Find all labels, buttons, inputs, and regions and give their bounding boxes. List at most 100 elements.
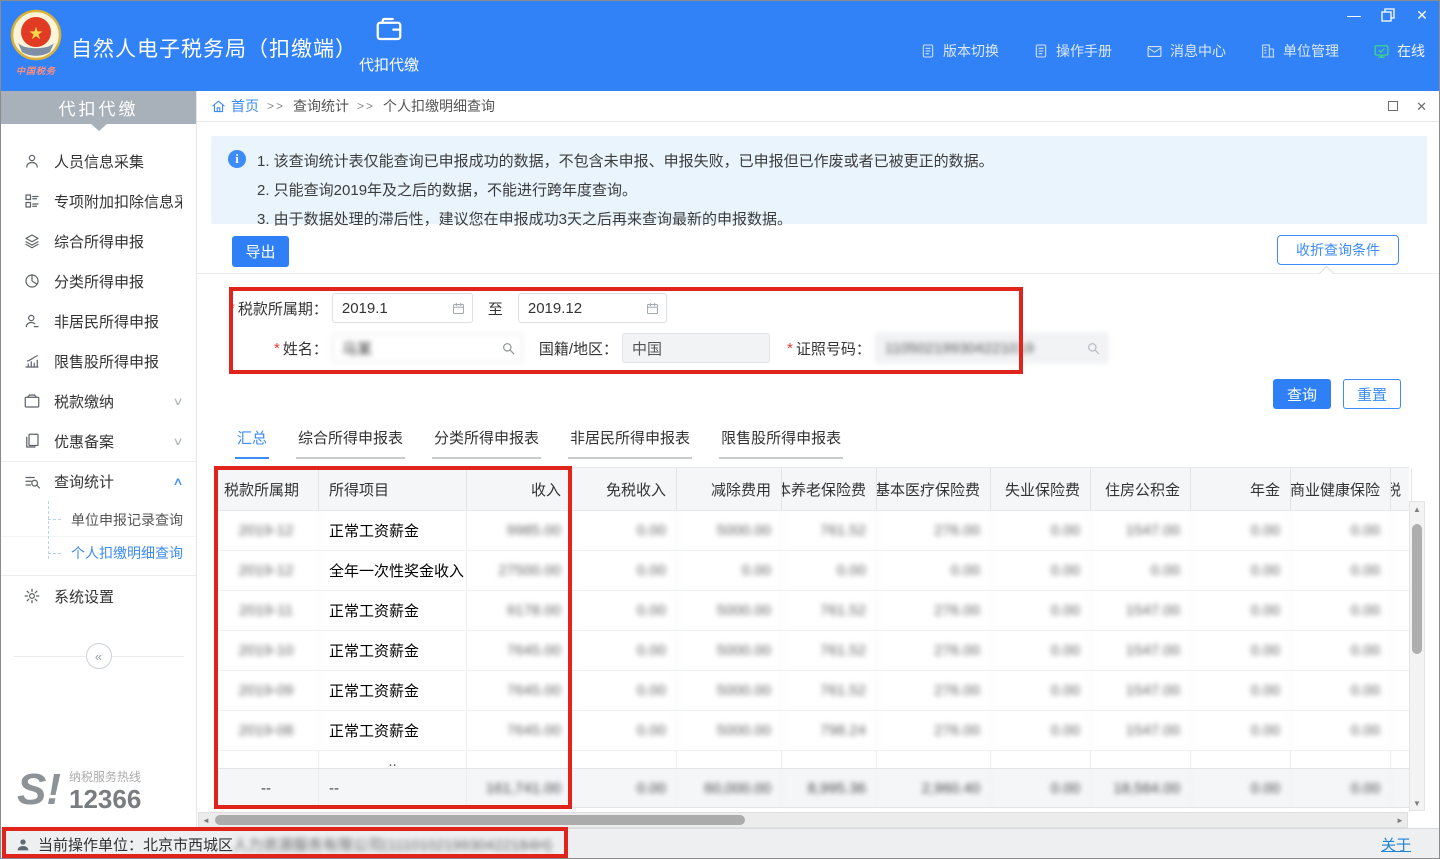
window-minimize-button[interactable]: — [1345, 6, 1363, 24]
window-close-button[interactable]: ✕ [1413, 6, 1431, 24]
current-unit-prefix: 当前操作单位：北京市西城区 [38, 834, 233, 855]
column-header: 基本养老保险费 [782, 468, 877, 510]
app-header: — ✕ ★ 中国税务 自然人电子税务局（扣缴端） 代扣代缴 版本切换 操作手册 消息… [1, 1, 1440, 91]
notice-panel: i 1. 该查询统计表仅能查询已申报成功的数据，不包含未申报、申报失败，已申报但… [211, 136, 1427, 224]
table-row[interactable]: 2019-12正常工资薪金9985.000.005000.00761.52276… [214, 511, 1409, 551]
gear-icon [23, 587, 41, 605]
sidebar-item-comprehensive-income[interactable]: 综合所得申报 [1, 221, 196, 261]
sidebar-item-nonresident-income[interactable]: 非居民所得申报 [1, 301, 196, 341]
tab-nonresident[interactable]: 非居民所得申报表 [568, 427, 692, 459]
sidebar-item-personnel-info[interactable]: 人员信息采集 [1, 141, 196, 181]
sidebar: 代扣代缴 人员信息采集专项附加扣除信息采集综合所得申报分类所得申报非居民所得申报… [1, 91, 197, 828]
header-menu-manual[interactable]: 操作手册 [1033, 41, 1112, 61]
tab-restricted[interactable]: 限售股所得申报表 [719, 427, 843, 459]
window-restore-button[interactable] [1379, 6, 1397, 24]
chevron-up-icon: ∧ [172, 475, 183, 488]
tab-summary[interactable]: 汇总 [235, 427, 269, 459]
calendar-icon[interactable] [451, 301, 466, 316]
sidebar-item-system-settings[interactable]: 系统设置 [1, 576, 196, 616]
reset-button[interactable]: 重置 [1343, 379, 1401, 409]
sidebar-item-classified-income[interactable]: 分类所得申报 [1, 261, 196, 301]
header-menu-version-switch[interactable]: 版本切换 [920, 41, 999, 61]
table-row[interactable]: 2019-12全年一次性奖金收入27500.000.000.000.000.00… [214, 551, 1409, 591]
page-tab-controls: ✕ [1388, 99, 1427, 115]
hotline-logo-icon: S! [17, 766, 61, 814]
header-menu-message-center[interactable]: 消息中心 [1146, 41, 1226, 61]
sidebar-menu: 人员信息采集专项附加扣除信息采集综合所得申报分类所得申报非居民所得申报限售股所得… [1, 141, 196, 616]
notice-line: 2. 只能查询2019年及之后的数据，不能进行跨年度查询。 [257, 176, 1417, 205]
chevron-down-icon: ∨ [172, 395, 183, 408]
wallet-icon [374, 14, 404, 44]
status-bar: 当前操作单位：北京市西城区 人力资源服务有限公司(111010219930422… [1, 828, 1440, 859]
sidebar-item-tax-payment[interactable]: 税款缴纳∨ [1, 381, 196, 421]
sidebar-header-arrow [91, 124, 107, 131]
tab-comprehensive[interactable]: 综合所得申报表 [296, 427, 405, 459]
search-icon[interactable] [500, 340, 516, 356]
sidebar-item-preferential-record[interactable]: 优惠备案∨ [1, 421, 196, 461]
filter-row-period: * 税款所属期： 至 [229, 293, 667, 323]
id-number-label: 证照号码： [796, 338, 871, 359]
table-summary-row: ----161,741.000.0060,000.008,995.362,960… [214, 768, 1409, 808]
search-icon[interactable] [1085, 340, 1101, 356]
column-header: 年金 [1191, 468, 1291, 510]
user-icon [15, 837, 31, 853]
breadcrumb-home[interactable]: 首页 [211, 96, 259, 116]
horizontal-scrollbar[interactable]: ◄ ► [198, 812, 1408, 828]
toolbar-divider [197, 273, 1440, 274]
about-link[interactable]: 关于 [1381, 834, 1411, 855]
sidebar-header: 代扣代缴 [1, 91, 196, 124]
sidebar-subitem-personal-detail-query[interactable]: 个人扣缴明细查询 [1, 536, 196, 569]
scroll-right-arrow[interactable]: ► [1393, 813, 1407, 827]
table-row[interactable]: 2019-08正常工资薪金7645.000.005000.00798.24276… [214, 711, 1409, 751]
filter-row-person: * 姓名： 国籍/地区： * 证照号码： [274, 333, 1108, 363]
scroll-down-arrow[interactable]: ▼ [1410, 796, 1424, 810]
table-row[interactable]: 2019-11正常工资薪金9178.000.005000.00761.52276… [214, 591, 1409, 631]
notice-lines: 1. 该查询统计表仅能查询已申报成功的数据，不包含未申报、申报失败，已申报但已作… [257, 147, 1417, 234]
header-menu-org-management[interactable]: 单位管理 [1260, 41, 1339, 61]
vertical-scrollbar[interactable]: ▲ ▼ [1409, 501, 1425, 811]
module-tab-withholding[interactable]: 代扣代缴 [353, 14, 425, 75]
query-button[interactable]: 查询 [1273, 379, 1331, 409]
breadcrumb-item-query-statistics[interactable]: 查询统计 [293, 96, 349, 116]
vertical-scroll-thumb[interactable] [1412, 524, 1422, 654]
layers-icon [23, 232, 41, 250]
sidebar-item-special-deduction[interactable]: 专项附加扣除信息采集 [1, 181, 196, 221]
app-title: 自然人电子税务局（扣缴端） [71, 33, 357, 63]
table-body: 2019-12正常工资薪金9985.000.005000.00761.52276… [214, 511, 1409, 768]
column-header: 所得项目 [319, 468, 467, 510]
copy-icon [23, 432, 41, 450]
name-label: 姓名： [283, 338, 328, 359]
pie-icon [23, 272, 41, 290]
name-input[interactable] [332, 333, 523, 363]
export-button[interactable]: 导出 [232, 236, 289, 267]
sidebar-collapse-button[interactable]: « [86, 643, 112, 669]
search-list-icon [23, 473, 41, 491]
table-row[interactable]: 2019-10正常工资薪金7645.000.005000.00761.52276… [214, 631, 1409, 671]
period-label: 税款所属期： [238, 298, 328, 319]
collapse-query-button[interactable]: 收折查询条件 [1277, 235, 1399, 265]
page-maximize-button[interactable] [1388, 101, 1398, 111]
building-icon [1260, 43, 1276, 59]
table-row-partial: .. [214, 751, 1409, 768]
header-menu-online-status[interactable]: 在线 [1373, 41, 1425, 61]
main-content: 首页 >> 查询统计 >> 个人扣缴明细查询 ✕ i 1. 该查询统计表仅能查询… [197, 91, 1440, 828]
sidebar-subitem-unit-declare-query[interactable]: 单位申报记录查询 [1, 503, 196, 536]
document-icon [1033, 43, 1049, 59]
sidebar-item-restricted-stock[interactable]: 限售股所得申报 [1, 341, 196, 381]
form-grid-icon [23, 192, 41, 210]
window-controls: — ✕ [1345, 6, 1431, 24]
nationality-label: 国籍/地区： [539, 338, 618, 359]
scroll-left-arrow[interactable]: ◄ [199, 813, 213, 827]
document-icon [920, 43, 936, 59]
calendar-icon[interactable] [645, 301, 660, 316]
emblem-caption: 中国税务 [9, 64, 63, 77]
horizontal-scroll-thumb[interactable] [215, 815, 745, 825]
tab-classified[interactable]: 分类所得申报表 [432, 427, 541, 459]
scroll-up-arrow[interactable]: ▲ [1410, 502, 1424, 516]
sidebar-item-query-statistics[interactable]: 查询统计∧ [1, 461, 196, 501]
svg-text:★: ★ [28, 24, 43, 43]
id-number-input[interactable] [875, 333, 1108, 363]
table-row[interactable]: 2019-09正常工资薪金7645.000.005000.00761.52276… [214, 671, 1409, 711]
page-close-button[interactable]: ✕ [1416, 99, 1427, 115]
breadcrumb-item-personal-detail-query: 个人扣缴明细查询 [383, 96, 495, 116]
